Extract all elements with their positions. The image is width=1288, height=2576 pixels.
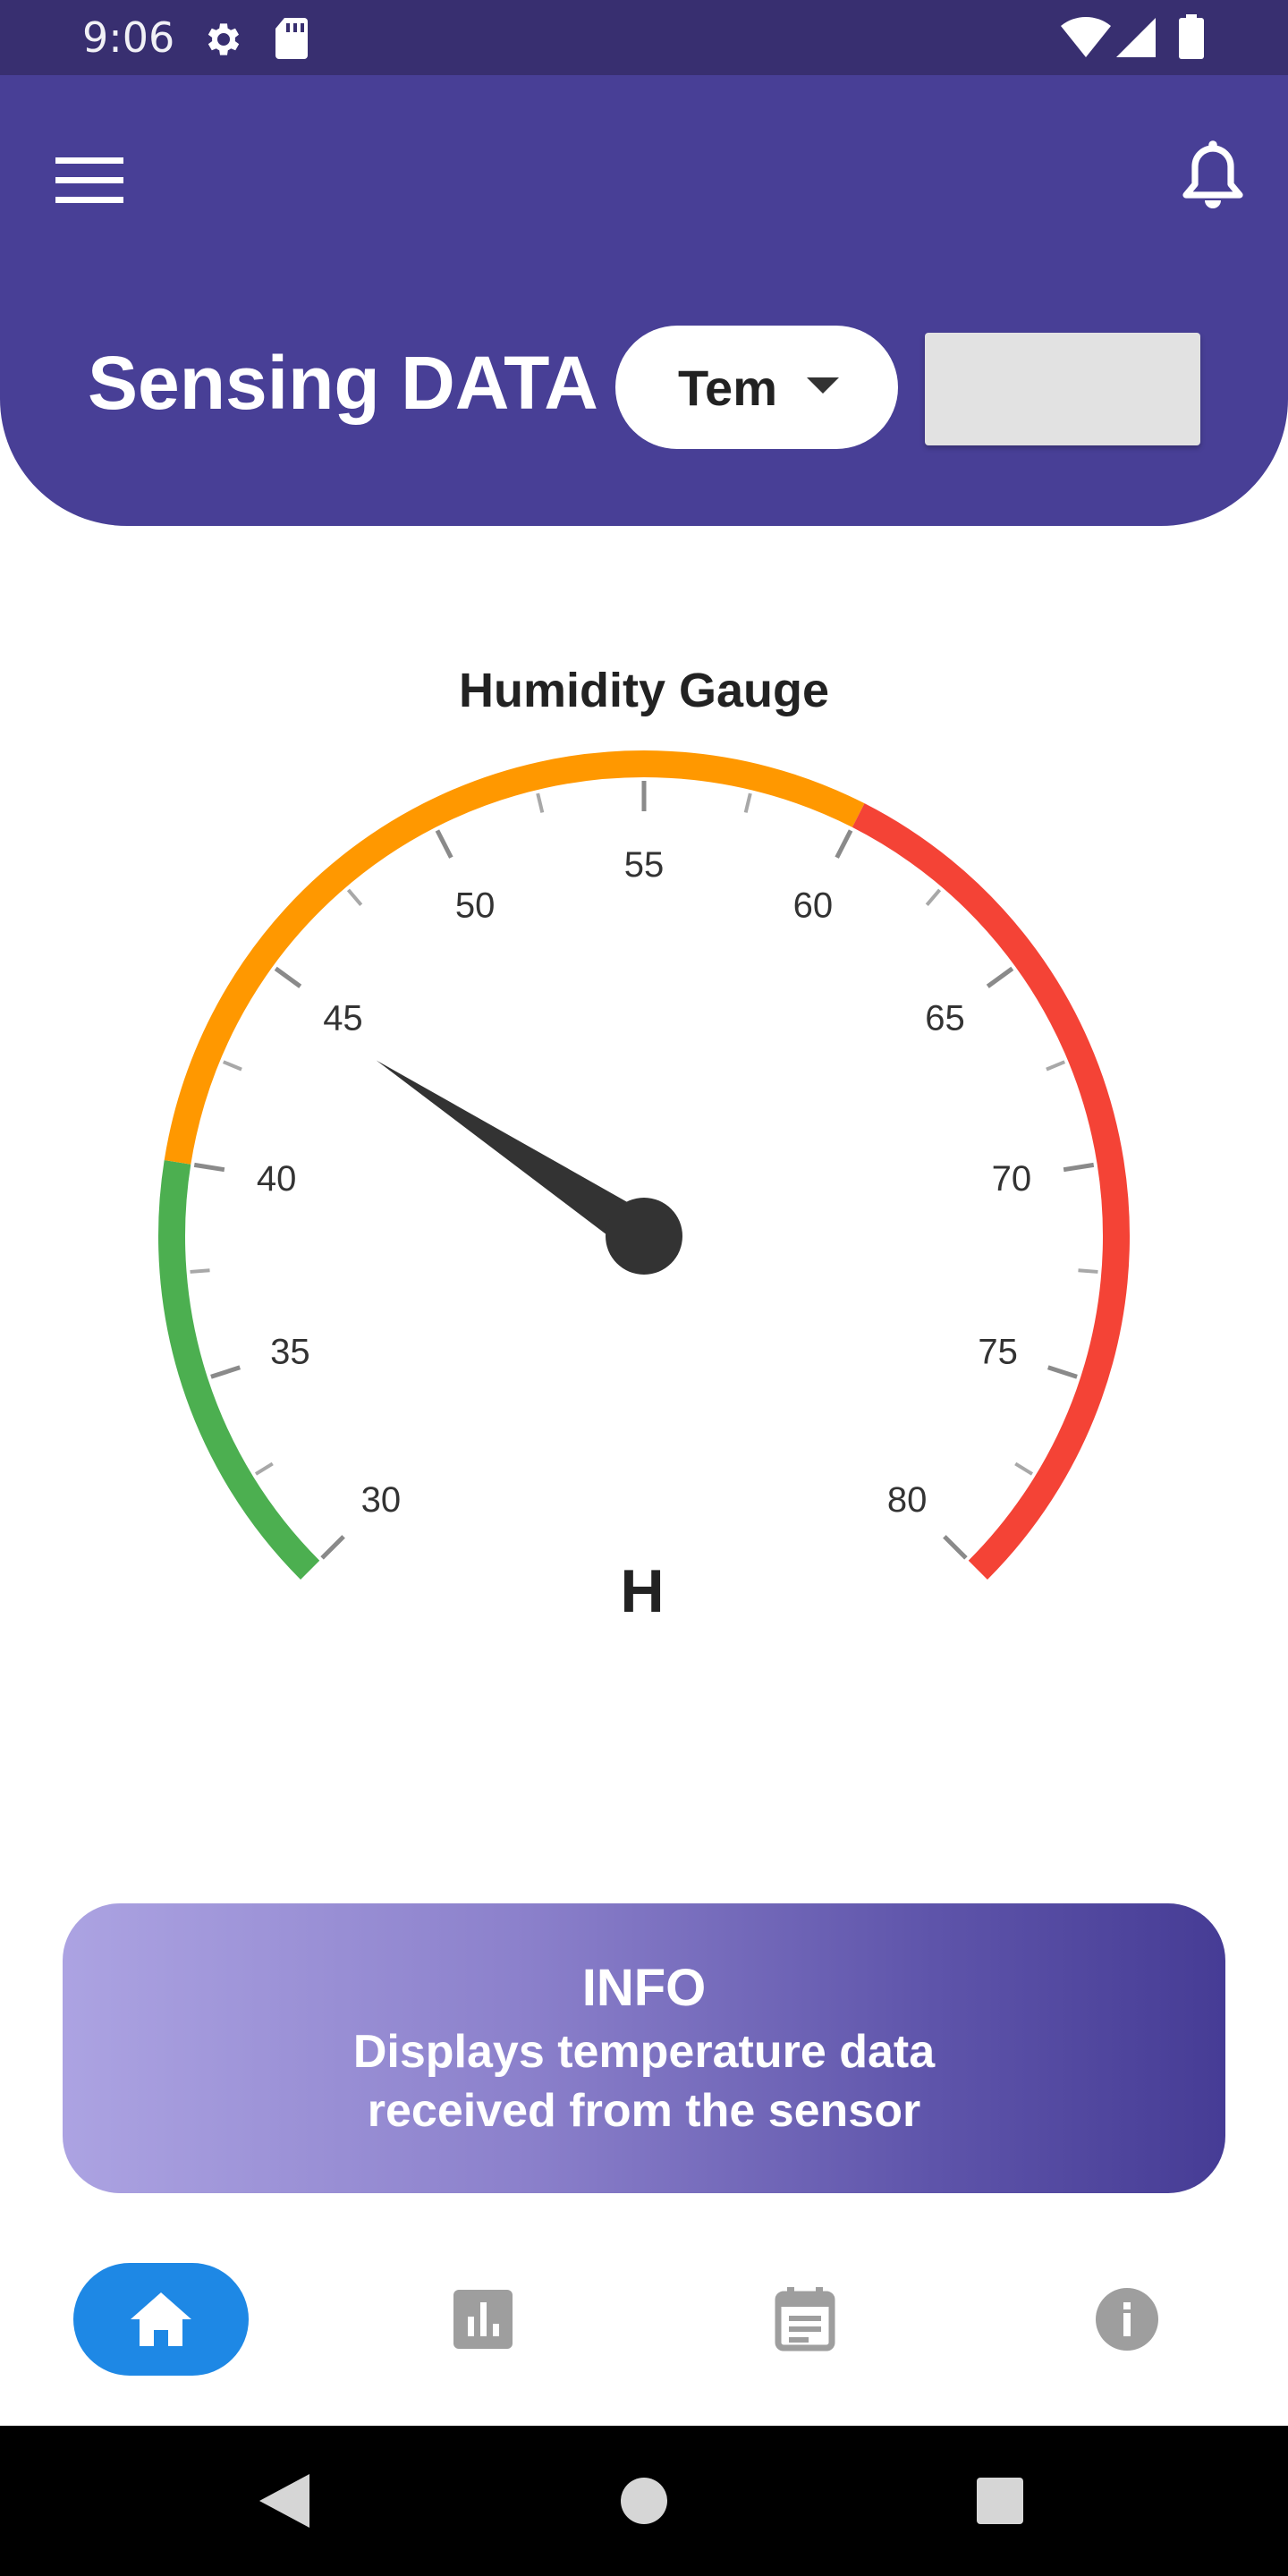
gauge-tick-label: 30 (361, 1480, 402, 1520)
gauge-tick-label: 50 (455, 886, 496, 925)
home-icon (131, 2292, 191, 2346)
gauge-tick-label: 45 (323, 998, 363, 1038)
status-time: 9:06 (82, 13, 175, 62)
gauge-minor-tick (222, 1060, 242, 1072)
info-card: INFO Displays temperature data received … (63, 1903, 1225, 2193)
gauge-tick-label: 55 (624, 845, 665, 885)
system-back-button[interactable] (240, 2456, 329, 2546)
calendar-icon (775, 2287, 835, 2351)
home-circle-icon (621, 2478, 667, 2524)
gauge-minor-tick (346, 888, 363, 906)
gauge-center-label: H (620, 1557, 664, 1625)
info-title: INFO (581, 1959, 707, 2017)
dropdown-selected-value: Tem (678, 360, 777, 416)
sensor-type-dropdown[interactable]: Tem (615, 326, 898, 449)
gauge-minor-tick (190, 1268, 210, 1274)
sd-card-icon (275, 18, 308, 59)
gauge-major-tick (986, 966, 1014, 988)
gauge-minor-tick (1078, 1268, 1098, 1274)
gauge-tick-label: 80 (887, 1480, 928, 1520)
gear-icon (208, 23, 240, 55)
gauge-minor-tick (925, 888, 942, 906)
signal-icon (1116, 18, 1156, 57)
gauge-major-tick (210, 1365, 242, 1379)
gauge-needle-hub (606, 1198, 682, 1275)
gauge-tick-label: 70 (992, 1159, 1032, 1199)
humidity-gauge: 30 35 40 45 50 55 60 65 70 75 80 H (158, 750, 1130, 1625)
bar-chart-icon (453, 2290, 513, 2349)
gauge-tick-label: 35 (270, 1333, 310, 1372)
info-description-line-2: received from the sensor (367, 2085, 921, 2137)
gauge-major-tick (435, 829, 453, 859)
gauge-minor-tick (1046, 1060, 1066, 1072)
gauge-minor-tick (254, 1462, 274, 1476)
nav-home[interactable] (73, 2263, 249, 2376)
bottom-navigation (0, 2236, 1288, 2424)
gauge-range-arc-2 (164, 750, 865, 1165)
system-home-button[interactable] (599, 2456, 689, 2546)
gauge-major-tick (274, 966, 302, 988)
gauge-major-tick (1046, 1365, 1078, 1379)
nav-calendar[interactable] (717, 2263, 893, 2376)
gauge-minor-tick (536, 792, 545, 813)
gauge-major-tick (835, 829, 853, 859)
nav-charts[interactable] (395, 2263, 571, 2376)
info-icon (1096, 2288, 1158, 2351)
back-icon (259, 2474, 309, 2528)
gauge-tick-label: 75 (978, 1333, 1018, 1372)
system-navigation-bar (0, 2426, 1288, 2576)
app-header: Sensing DATA Tem (0, 75, 1288, 526)
status-bar: 9:06 (0, 0, 1288, 75)
gauge-major-tick (1063, 1162, 1095, 1173)
gauge-range-arc-3 (852, 803, 1130, 1580)
gauge-major-tick (943, 1535, 968, 1560)
bell-icon (1182, 140, 1243, 208)
gauge-tick-label: 65 (925, 998, 965, 1038)
wifi-icon (1061, 17, 1111, 57)
hamburger-menu-icon (55, 157, 123, 203)
value-input-box[interactable] (925, 333, 1200, 445)
menu-button[interactable] (47, 138, 132, 224)
system-recents-button[interactable] (955, 2456, 1045, 2546)
page-title: Sensing DATA (88, 341, 598, 425)
battery-icon (1179, 14, 1204, 59)
gauge-major-tick (320, 1535, 345, 1560)
caret-down-icon (807, 377, 839, 394)
gauge-minor-tick (743, 792, 752, 813)
gauge-tick-label: 40 (257, 1159, 297, 1199)
notification-button[interactable] (1168, 123, 1258, 231)
gauge-minor-tick (1014, 1462, 1034, 1476)
gauge-tick-label: 60 (793, 886, 834, 925)
recents-icon (977, 2478, 1023, 2524)
info-description-line-1: Displays temperature data (352, 2026, 936, 2078)
gauge-major-tick (193, 1162, 225, 1173)
nav-info[interactable] (1039, 2263, 1215, 2376)
gauge-title: Humidity Gauge (458, 664, 830, 717)
